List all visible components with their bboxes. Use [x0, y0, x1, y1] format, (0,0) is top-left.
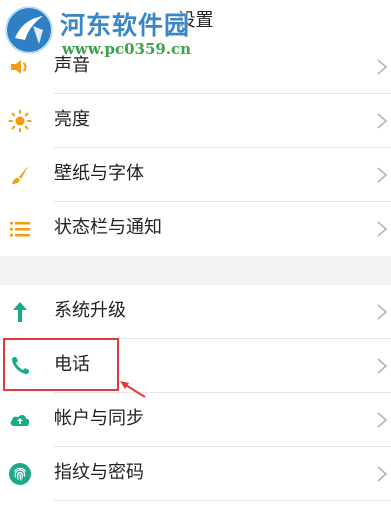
watermark-url: www.pc0359.cn	[62, 40, 192, 58]
settings-item-label: 系统升级	[54, 300, 126, 321]
chevron-right-icon	[377, 304, 388, 320]
list-icon	[10, 222, 30, 237]
settings-item-label: 指纹与密码	[54, 462, 144, 483]
brush-icon	[12, 165, 29, 184]
chevron-right-icon	[377, 113, 388, 129]
chevron-right-icon	[377, 167, 388, 183]
settings-item-label: 亮度	[54, 109, 90, 130]
cloud-sync-icon	[10, 414, 30, 426]
settings-item-brightness[interactable]: 亮度	[0, 94, 391, 148]
divider	[54, 500, 391, 501]
watermark: 河东软件园 www.pc0359.cn	[0, 0, 240, 66]
chevron-right-icon	[377, 412, 388, 428]
settings-item-wallpaper-font[interactable]: 壁纸与字体	[0, 148, 391, 202]
chevron-right-icon	[377, 466, 388, 482]
fingerprint-icon	[9, 463, 31, 485]
chevron-right-icon	[377, 221, 388, 237]
settings-item-label: 状态栏与通知	[54, 217, 162, 238]
section-gap	[0, 256, 391, 285]
settings-screen: 设置 河东软件园 www.pc0359.cn 声音 亮度 壁纸与字体 状态栏与通…	[0, 0, 391, 516]
settings-item-system-update[interactable]: 系统升级	[0, 285, 391, 339]
pointer-arrow-icon	[120, 381, 146, 398]
highlight-box	[3, 338, 119, 391]
watermark-brand: 河东软件园	[60, 11, 191, 40]
settings-item-fingerprint-password[interactable]: 指纹与密码	[0, 447, 391, 501]
settings-item-statusbar-notifications[interactable]: 状态栏与通知	[0, 202, 391, 256]
watermark-logo-icon	[5, 6, 53, 54]
settings-item-label: 帐户与同步	[54, 408, 144, 429]
settings-item-label: 壁纸与字体	[54, 163, 144, 184]
arrow-up-icon	[13, 302, 27, 322]
sun-icon	[8, 109, 32, 133]
chevron-right-icon	[377, 358, 388, 374]
chevron-right-icon	[377, 59, 388, 75]
settings-item-account-sync[interactable]: 帐户与同步	[0, 393, 391, 447]
